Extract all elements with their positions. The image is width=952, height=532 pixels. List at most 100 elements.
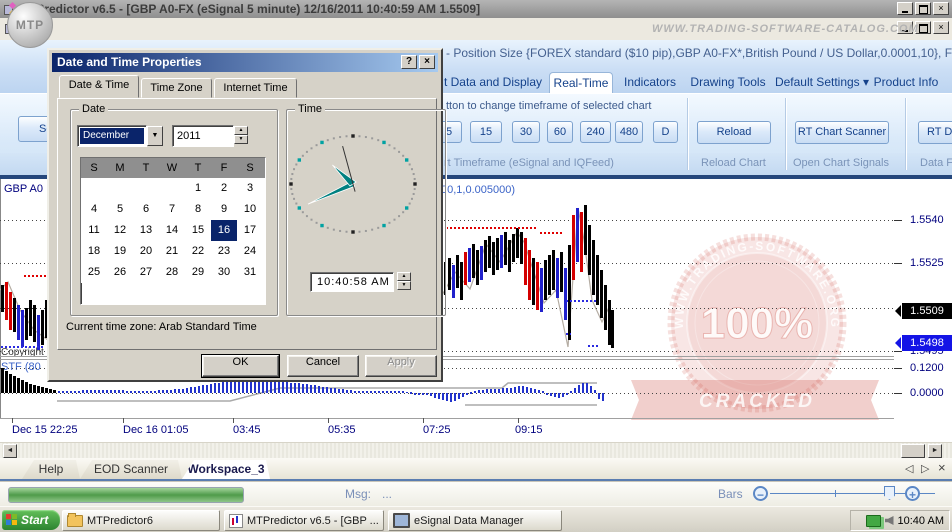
calendar-day[interactable]: 8 [185,199,211,220]
bars-zoom-out-icon[interactable]: − [753,486,768,501]
scroll-left-icon[interactable]: ◄ [3,444,17,458]
oscillator-bar [398,391,400,393]
tab-nav-right-icon[interactable]: ▷ [921,462,929,475]
speaker-icon[interactable] [885,516,894,525]
taskbar-button[interactable]: eSignal Data Manager [388,510,562,531]
calendar-day[interactable]: 15 [185,220,211,241]
taskbar-button[interactable]: MTPredictor6 [62,510,220,531]
month-dropdown-icon[interactable]: ▼ [147,126,163,146]
ribbon-tab-default-settings--[interactable]: Default Settings ▾ [773,72,871,93]
ribbon-tab-drawing-tools[interactable]: Drawing Tools [688,72,768,93]
calendar-day[interactable]: 29 [185,262,211,283]
minimize-icon[interactable] [897,2,913,15]
calendar-day[interactable]: 2 [211,178,237,199]
child-close-icon[interactable]: × [933,21,949,34]
price-bar [520,232,523,264]
calendar[interactable]: SMTWTFS 12345678910111213141516171819202… [80,157,266,305]
calendar-day[interactable]: 25 [81,262,107,283]
ribbon-tab-indicators[interactable]: Indicators [622,72,678,93]
workspace-tab-eod-scanner[interactable]: EOD Scanner [80,460,182,479]
calendar-day[interactable]: 24 [237,241,263,262]
indicator-label-fragment: 00,1,0.005000) [441,184,515,196]
msg-label: Msg: [345,487,371,501]
calendar-day[interactable]: 26 [107,262,133,283]
calendar-day[interactable]: 20 [133,241,159,262]
calendar-day[interactable]: 18 [81,241,107,262]
calendar-day[interactable]: 22 [185,241,211,262]
calendar-day[interactable]: 21 [159,241,185,262]
month-dropdown[interactable]: December [77,125,147,147]
tab-nav-left-icon[interactable]: ◁ [905,462,913,475]
chart-hscrollbar[interactable]: ◄ ► [0,442,952,459]
calendar-day[interactable]: 23 [211,241,237,262]
oscillator-bar [126,391,128,393]
ribbon-tab-product-info[interactable]: Product Info [871,72,941,93]
restore-icon[interactable] [915,2,931,15]
svg-text:CRACKED: CRACKED [699,391,815,412]
calendar-day[interactable]: 1 [185,178,211,199]
dialog-tab-time-zone[interactable]: Time Zone [141,78,212,98]
reload-button[interactable]: Reload [697,121,771,144]
tab-nav-close-icon[interactable]: × [938,460,946,475]
dialog-titlebar[interactable]: Date and Time Properties ? × [52,53,438,72]
taskbar: Start MTPredictor6MTPredictor v6.5 - [GB… [0,506,952,532]
ribbon-tab-real-time[interactable]: Real-Time [549,72,613,94]
calendar-day[interactable]: 4 [81,199,107,220]
workspace-tab-workspace-3[interactable]: Workspace_3 [182,460,270,479]
calendar-day[interactable]: 5 [107,199,133,220]
scroll-right-icon[interactable]: ► [928,444,942,458]
dialog-help-icon[interactable]: ? [401,55,417,69]
mtp-logo[interactable]: MTP [7,2,53,48]
start-button[interactable]: Start [2,510,60,530]
scroll-thumb[interactable] [901,444,925,458]
timeframe-button-D[interactable]: D [653,121,678,143]
timeframe-button-240[interactable]: 240 [580,121,611,143]
ok-button[interactable]: OK [202,355,279,377]
cancel-button[interactable]: Cancel [287,355,359,377]
calendar-day[interactable]: 19 [107,241,133,262]
timeframe-button-15[interactable]: 15 [470,121,502,143]
year-field[interactable]: 2011 [172,125,234,147]
bars-slider-handle[interactable] [884,486,895,500]
timeframe-button-480[interactable]: 480 [615,121,643,143]
calendar-day[interactable]: 14 [159,220,185,241]
price-bar [556,258,559,298]
calendar-day[interactable]: 10 [237,199,263,220]
oscillator-bar [502,388,504,393]
workspace-tab-help[interactable]: Help [22,460,80,479]
time-spinner[interactable]: ▲▼ [397,272,411,290]
oscillator-bar [534,389,536,393]
price-bar [564,268,567,320]
timeframe-button-60[interactable]: 60 [547,121,573,143]
calendar-day[interactable]: 11 [81,220,107,241]
calendar-day[interactable]: 3 [237,178,263,199]
calendar-day[interactable]: 30 [211,262,237,283]
calendar-day[interactable]: 9 [211,199,237,220]
network-icon[interactable] [866,515,881,527]
calendar-day[interactable]: 31 [237,262,263,283]
dialog-tab-date---time[interactable]: Date & Time [59,75,139,98]
rt-data-button[interactable]: RT D [918,121,952,144]
oscillator-bar [90,390,92,393]
calendar-day[interactable]: 16 [211,220,237,241]
dialog-close-icon[interactable]: × [419,55,435,69]
rt-chart-scanner-button[interactable]: RT Chart Scanner [795,121,889,144]
timeframe-button-30[interactable]: 30 [512,121,540,143]
apply-button[interactable]: Apply [365,355,437,377]
calendar-day[interactable]: 6 [133,199,159,220]
panel-divider [0,418,894,419]
calendar-day[interactable]: 28 [159,262,185,283]
close-icon[interactable]: × [933,2,949,15]
bars-zoom-in-icon[interactable]: + [905,486,920,501]
calendar-day[interactable]: 12 [107,220,133,241]
calendar-day[interactable]: 13 [133,220,159,241]
ribbon-tab-t-data-and-display[interactable]: t Data and Display [438,72,548,93]
taskbar-button[interactable]: MTPredictor v6.5 - [GBP ... [224,510,384,531]
calendar-day[interactable]: 17 [237,220,263,241]
dialog-tab-internet-time[interactable]: Internet Time [214,78,297,98]
calendar-day[interactable]: 7 [159,199,185,220]
year-spinner[interactable]: ▲▼ [234,126,248,144]
calendar-day[interactable]: 27 [133,262,159,283]
oscillator-bar [182,389,184,393]
time-field[interactable]: 10:40:58 AM [310,272,394,292]
